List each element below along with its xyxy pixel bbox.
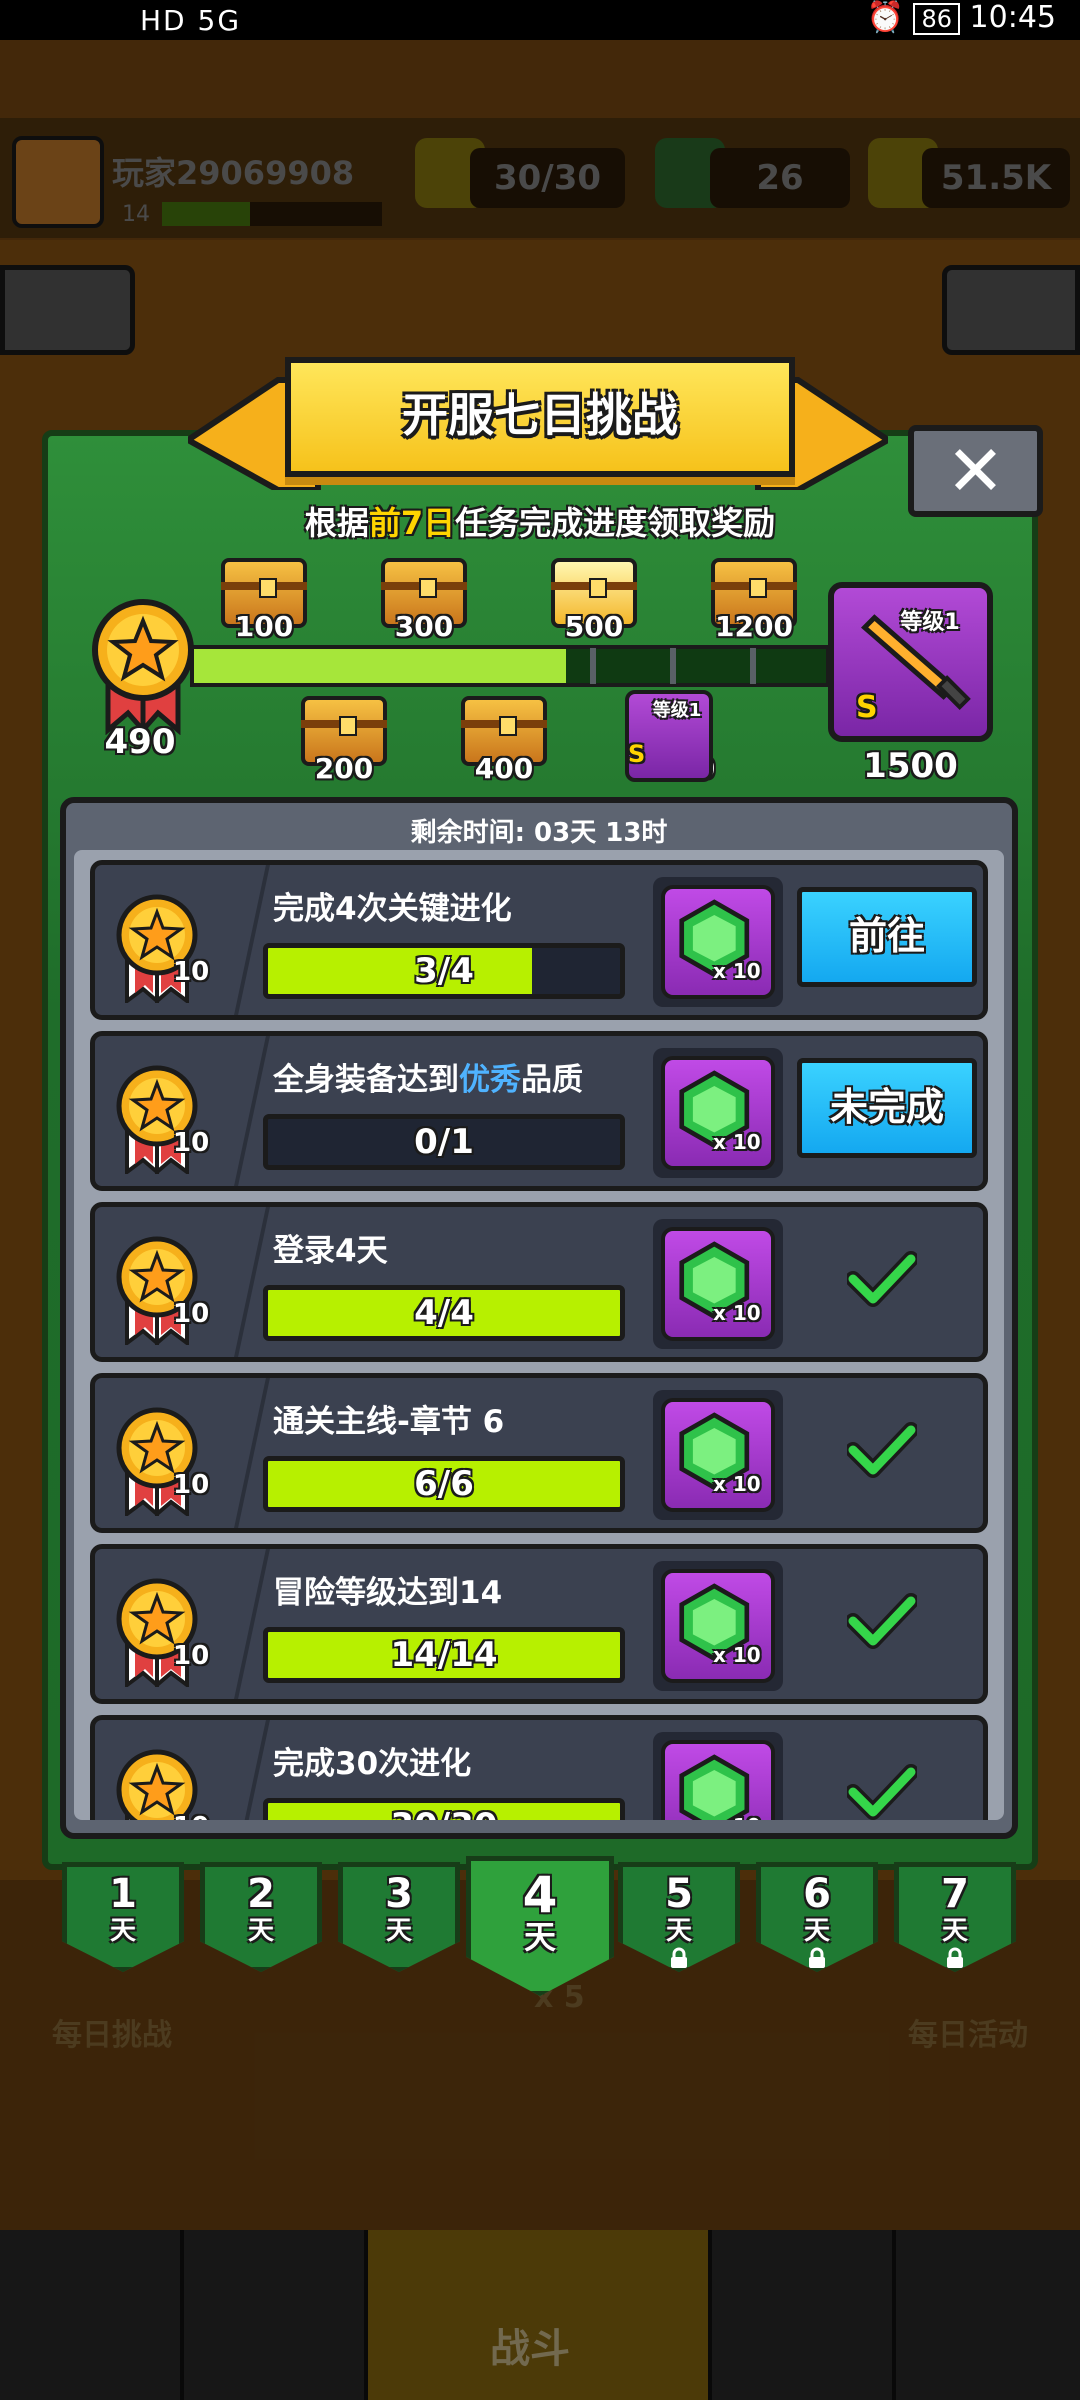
task-list[interactable]: 10 完成4次关键进化 3/4 x 10 前往 10 全身装备达到优秀品质 0/… — [74, 850, 1004, 1820]
task-points: 10 — [173, 1128, 210, 1158]
task-reward-count: x 10 — [713, 1301, 761, 1325]
milestone-progress-bar — [190, 645, 830, 687]
dialog-subtitle: 根据前7日任务完成进度领取奖励 — [304, 504, 776, 542]
task-progress-bar: 0/1 — [263, 1114, 625, 1170]
task-progress-text: 14/14 — [390, 1635, 498, 1675]
task-reward-count: x 10 — [713, 1472, 761, 1496]
milestone-label-300: 300 — [394, 610, 454, 643]
task-reward[interactable]: x 10 — [653, 1732, 783, 1820]
final-reward-level: 等级1 — [900, 610, 960, 635]
task-progress-text: 3/4 — [414, 951, 474, 991]
lock-icon — [809, 1947, 825, 1968]
check-icon — [847, 1251, 917, 1307]
battery-level: 86 — [913, 3, 960, 35]
task-reward-count: x 10 — [713, 1814, 761, 1820]
status-left-icons: HD 5G — [140, 4, 242, 37]
gem-icon — [679, 1754, 750, 1820]
milestone-label-100: 100 — [234, 610, 294, 643]
progress-marker — [750, 648, 756, 684]
task-reward[interactable]: x 10 — [653, 1048, 783, 1178]
task-action-button[interactable]: 未完成 — [797, 1058, 977, 1158]
task-progress-bar: 30/30 — [263, 1798, 625, 1820]
task-row: 10 通关主线-章节 6 6/6 x 10 — [90, 1373, 988, 1533]
task-points: 10 — [173, 1641, 210, 1671]
task-action-button[interactable]: 前往 — [797, 887, 977, 987]
check-icon — [847, 1422, 917, 1478]
progress-marker — [670, 648, 676, 684]
clock-time: 10:45 — [969, 0, 1056, 35]
task-reward[interactable]: x 10 — [653, 1219, 783, 1349]
milestone-label-1200: 1200 — [715, 610, 793, 643]
final-reward-value: 1500 — [863, 746, 958, 786]
task-row: 10 冒险等级达到14 14/14 x 10 — [90, 1544, 988, 1704]
final-reward-grade: S — [856, 690, 878, 725]
task-name: 通关主线-章节 6 — [273, 1404, 505, 1440]
task-reward-count: x 10 — [713, 1643, 761, 1667]
task-progress-bar: 4/4 — [263, 1285, 625, 1341]
gem-reward-card — [661, 1740, 775, 1820]
mini-card-grade: S — [628, 740, 646, 768]
task-reward[interactable]: x 10 — [653, 1390, 783, 1520]
score-medal-icon — [92, 599, 194, 735]
task-progress-text: 30/30 — [268, 1803, 620, 1820]
task-name: 登录4天 — [273, 1233, 388, 1269]
task-progress-bar: 6/6 — [263, 1456, 625, 1512]
check-icon — [847, 1593, 917, 1649]
dialog-title: 开服七日挑战 — [285, 357, 795, 477]
task-reward-count: x 10 — [713, 1130, 761, 1154]
milestone-label-500: 500 — [564, 610, 624, 643]
task-row: 10 全身装备达到优秀品质 0/1 x 10 未完成 — [90, 1031, 988, 1191]
task-name: 完成30次进化 — [273, 1746, 472, 1782]
task-reward[interactable]: x 10 — [653, 1561, 783, 1691]
milestone-progress-fill — [194, 649, 566, 683]
status-bar: HD 5G ⏰ 86 10:45 — [0, 0, 1080, 40]
task-row: 10 完成30次进化 30/30 x 10 — [90, 1715, 988, 1820]
task-name: 冒险等级达到14 — [273, 1575, 503, 1611]
task-medal-icon — [116, 1749, 198, 1820]
task-progress-text: 0/1 — [414, 1122, 474, 1162]
task-points: 10 — [173, 1299, 210, 1329]
remaining-time: 剩余时间: 03天 13时 — [410, 818, 668, 848]
mini-card-level: 等级1 — [652, 700, 702, 721]
task-progress-text: 6/6 — [414, 1464, 474, 1504]
status-right: ⏰ 86 10:45 — [867, 0, 1056, 35]
task-reward-count: x 10 — [713, 959, 761, 983]
task-progress-bar: 3/4 — [263, 943, 625, 999]
task-points: 10 — [173, 957, 210, 987]
task-progress-bar: 14/14 — [263, 1627, 625, 1683]
check-icon — [847, 1764, 917, 1820]
alarm-icon: ⏰ — [866, 0, 904, 35]
lock-icon — [947, 1947, 963, 1968]
task-progress-text: 4/4 — [414, 1293, 474, 1333]
lock-icon — [671, 1947, 687, 1968]
task-reward[interactable]: x 10 — [653, 877, 783, 1007]
task-points: 10 — [173, 1812, 209, 1820]
task-name: 完成4次关键进化 — [273, 891, 512, 927]
progress-marker — [590, 648, 596, 684]
task-points: 10 — [173, 1470, 210, 1500]
milestone-label-400: 400 — [474, 752, 534, 785]
score-value: 490 — [104, 722, 176, 762]
task-row: 10 完成4次关键进化 3/4 x 10 前往 — [90, 860, 988, 1020]
task-row: 10 登录4天 4/4 x 10 — [90, 1202, 988, 1362]
milestone-label-200: 200 — [314, 752, 374, 785]
task-name: 全身装备达到优秀品质 — [273, 1062, 583, 1098]
